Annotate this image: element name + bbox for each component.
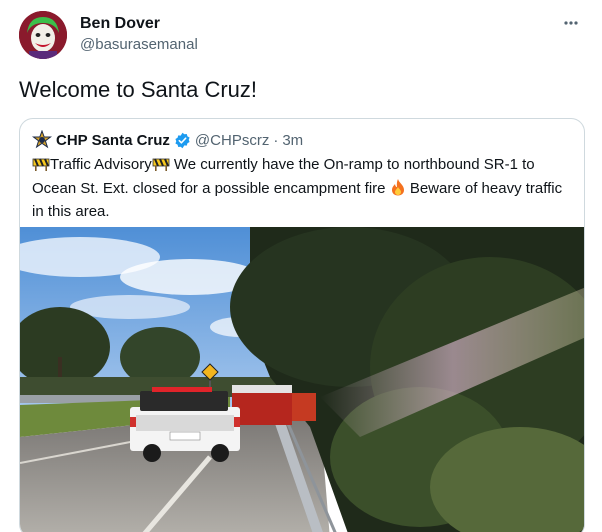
quoted-text-part1: Traffic Advisory bbox=[50, 156, 152, 173]
more-horizontal-icon[interactable] bbox=[560, 12, 582, 34]
separator-dot: · bbox=[273, 131, 279, 149]
quoted-author-name[interactable]: CHP Santa Cruz bbox=[56, 132, 170, 149]
tweet-text: Welcome to Santa Cruz! bbox=[19, 77, 258, 102]
author-avatar[interactable] bbox=[19, 11, 67, 59]
verified-badge-icon bbox=[174, 132, 191, 149]
quoted-tweet-text: Traffic Advisory We currently have the O… bbox=[32, 155, 572, 222]
construction-sign-icon bbox=[152, 156, 170, 178]
tweet-card[interactable]: Ben Dover @basurasemanal Welcome to Sant… bbox=[0, 0, 602, 532]
construction-sign-icon bbox=[32, 156, 50, 178]
author-handle[interactable]: @basurasemanal bbox=[80, 34, 198, 56]
chp-badge-icon[interactable] bbox=[31, 129, 53, 150]
quoted-tweet-header: CHP Santa Cruz @CHPscrz · 3m bbox=[31, 129, 303, 150]
author-info: Ben Dover @basurasemanal bbox=[80, 14, 198, 56]
quoted-timestamp[interactable]: 3m bbox=[282, 132, 303, 149]
quoted-tweet[interactable]: CHP Santa Cruz @CHPscrz · 3m Traffic Adv… bbox=[19, 118, 585, 532]
author-name[interactable]: Ben Dover bbox=[80, 14, 198, 34]
fire-icon bbox=[390, 178, 406, 202]
quoted-author-handle[interactable]: @CHPscrz bbox=[195, 132, 269, 149]
quoted-tweet-photo[interactable] bbox=[20, 227, 584, 532]
